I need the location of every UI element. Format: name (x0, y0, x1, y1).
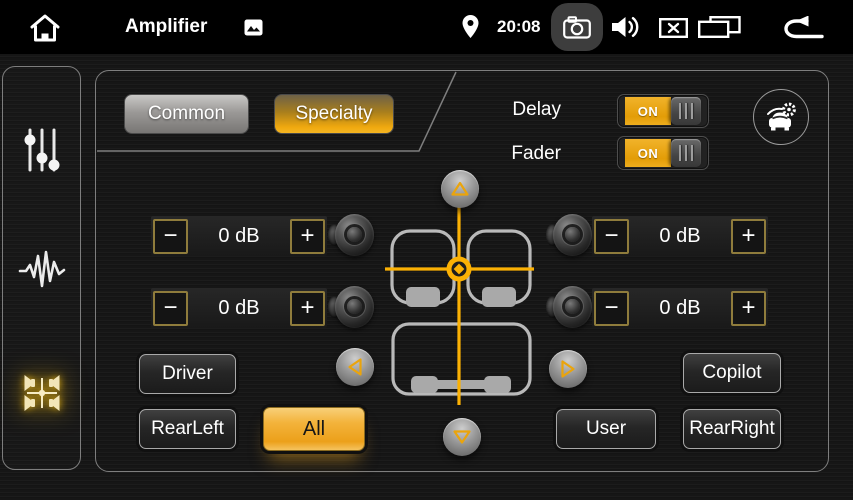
tab-common[interactable]: Common (124, 94, 249, 134)
sidebar-item-sound-effect[interactable] (18, 248, 66, 292)
delay-label: Delay (481, 99, 561, 125)
left-arrow-icon (345, 357, 365, 377)
balance-panel: Common Specialty Delay ON Fader ON − 0 d… (95, 70, 829, 472)
balance-right-button[interactable] (549, 350, 587, 388)
home-icon (28, 12, 62, 44)
gain-minus-button[interactable]: − (594, 219, 629, 254)
sidebar (2, 66, 81, 470)
gain-plus-button[interactable]: + (731, 219, 766, 254)
gain-plus-button[interactable]: + (731, 291, 766, 326)
seat-map (384, 179, 538, 409)
close-app-button[interactable] (659, 18, 688, 38)
fader-toggle[interactable]: ON (618, 137, 708, 169)
gain-control-rear-left: − 0 dB + (151, 288, 327, 328)
toggle-on-label: ON (625, 97, 671, 125)
page-title: Amplifier (125, 0, 207, 54)
preset-rearright-button[interactable]: RearRight (683, 409, 781, 449)
close-app-icon (659, 18, 688, 38)
speaker-icon (546, 284, 592, 330)
down-arrow-icon (452, 427, 472, 447)
preset-user-button[interactable]: User (556, 409, 656, 449)
clock: 20:08 (497, 0, 540, 54)
speaker-icon (328, 284, 374, 330)
preset-driver-button[interactable]: Driver (139, 354, 236, 394)
equalizer-icon (23, 127, 61, 173)
toggle-knob (671, 97, 701, 125)
back-button[interactable] (783, 16, 824, 41)
preset-copilot-button[interactable]: Copilot (683, 353, 781, 393)
gain-minus-button[interactable]: − (153, 219, 188, 254)
gain-value: 0 dB (218, 297, 259, 320)
gallery-icon (244, 19, 263, 36)
car-setup-button[interactable] (753, 89, 809, 145)
up-arrow-icon (450, 179, 470, 199)
balance-left-button[interactable] (336, 348, 374, 386)
gain-value: 0 dB (218, 225, 259, 248)
volume-icon (612, 15, 643, 39)
toggle-knob (671, 139, 701, 167)
preset-all-button[interactable]: All (263, 407, 365, 451)
speaker-balance-icon (19, 370, 65, 416)
recent-apps-icon (698, 16, 741, 38)
location-icon (462, 15, 479, 38)
gain-control-front-right: − 0 dB + (592, 216, 768, 256)
home-button[interactable] (26, 11, 64, 45)
gain-control-rear-right: − 0 dB + (592, 288, 768, 328)
gain-plus-button[interactable]: + (290, 291, 325, 326)
toggle-on-label: ON (625, 139, 671, 167)
preset-rearleft-button[interactable]: RearLeft (139, 409, 236, 449)
gain-minus-button[interactable]: − (594, 291, 629, 326)
camera-icon (563, 16, 591, 39)
right-arrow-icon (558, 359, 578, 379)
car-setup-icon (763, 101, 799, 133)
gain-plus-button[interactable]: + (290, 219, 325, 254)
fader-label: Fader (481, 143, 561, 169)
balance-target[interactable] (447, 257, 472, 282)
status-bar: Amplifier 20:08 (0, 0, 853, 54)
gain-value: 0 dB (659, 225, 700, 248)
delay-toggle[interactable]: ON (618, 95, 708, 127)
screenshot-button[interactable] (551, 3, 603, 51)
gain-control-front-left: − 0 dB + (151, 216, 327, 256)
balance-down-button[interactable] (443, 418, 481, 456)
recent-apps-button[interactable] (698, 16, 741, 38)
speaker-icon (546, 212, 592, 258)
sound-wave-icon (18, 248, 66, 292)
gain-value: 0 dB (659, 297, 700, 320)
speaker-icon (328, 212, 374, 258)
back-icon (783, 16, 824, 41)
gain-minus-button[interactable]: − (153, 291, 188, 326)
balance-up-button[interactable] (441, 170, 479, 208)
sidebar-item-equalizer[interactable] (23, 127, 61, 173)
tab-specialty[interactable]: Specialty (274, 94, 394, 134)
sidebar-item-balance[interactable] (19, 370, 65, 416)
volume-button[interactable] (612, 15, 643, 39)
